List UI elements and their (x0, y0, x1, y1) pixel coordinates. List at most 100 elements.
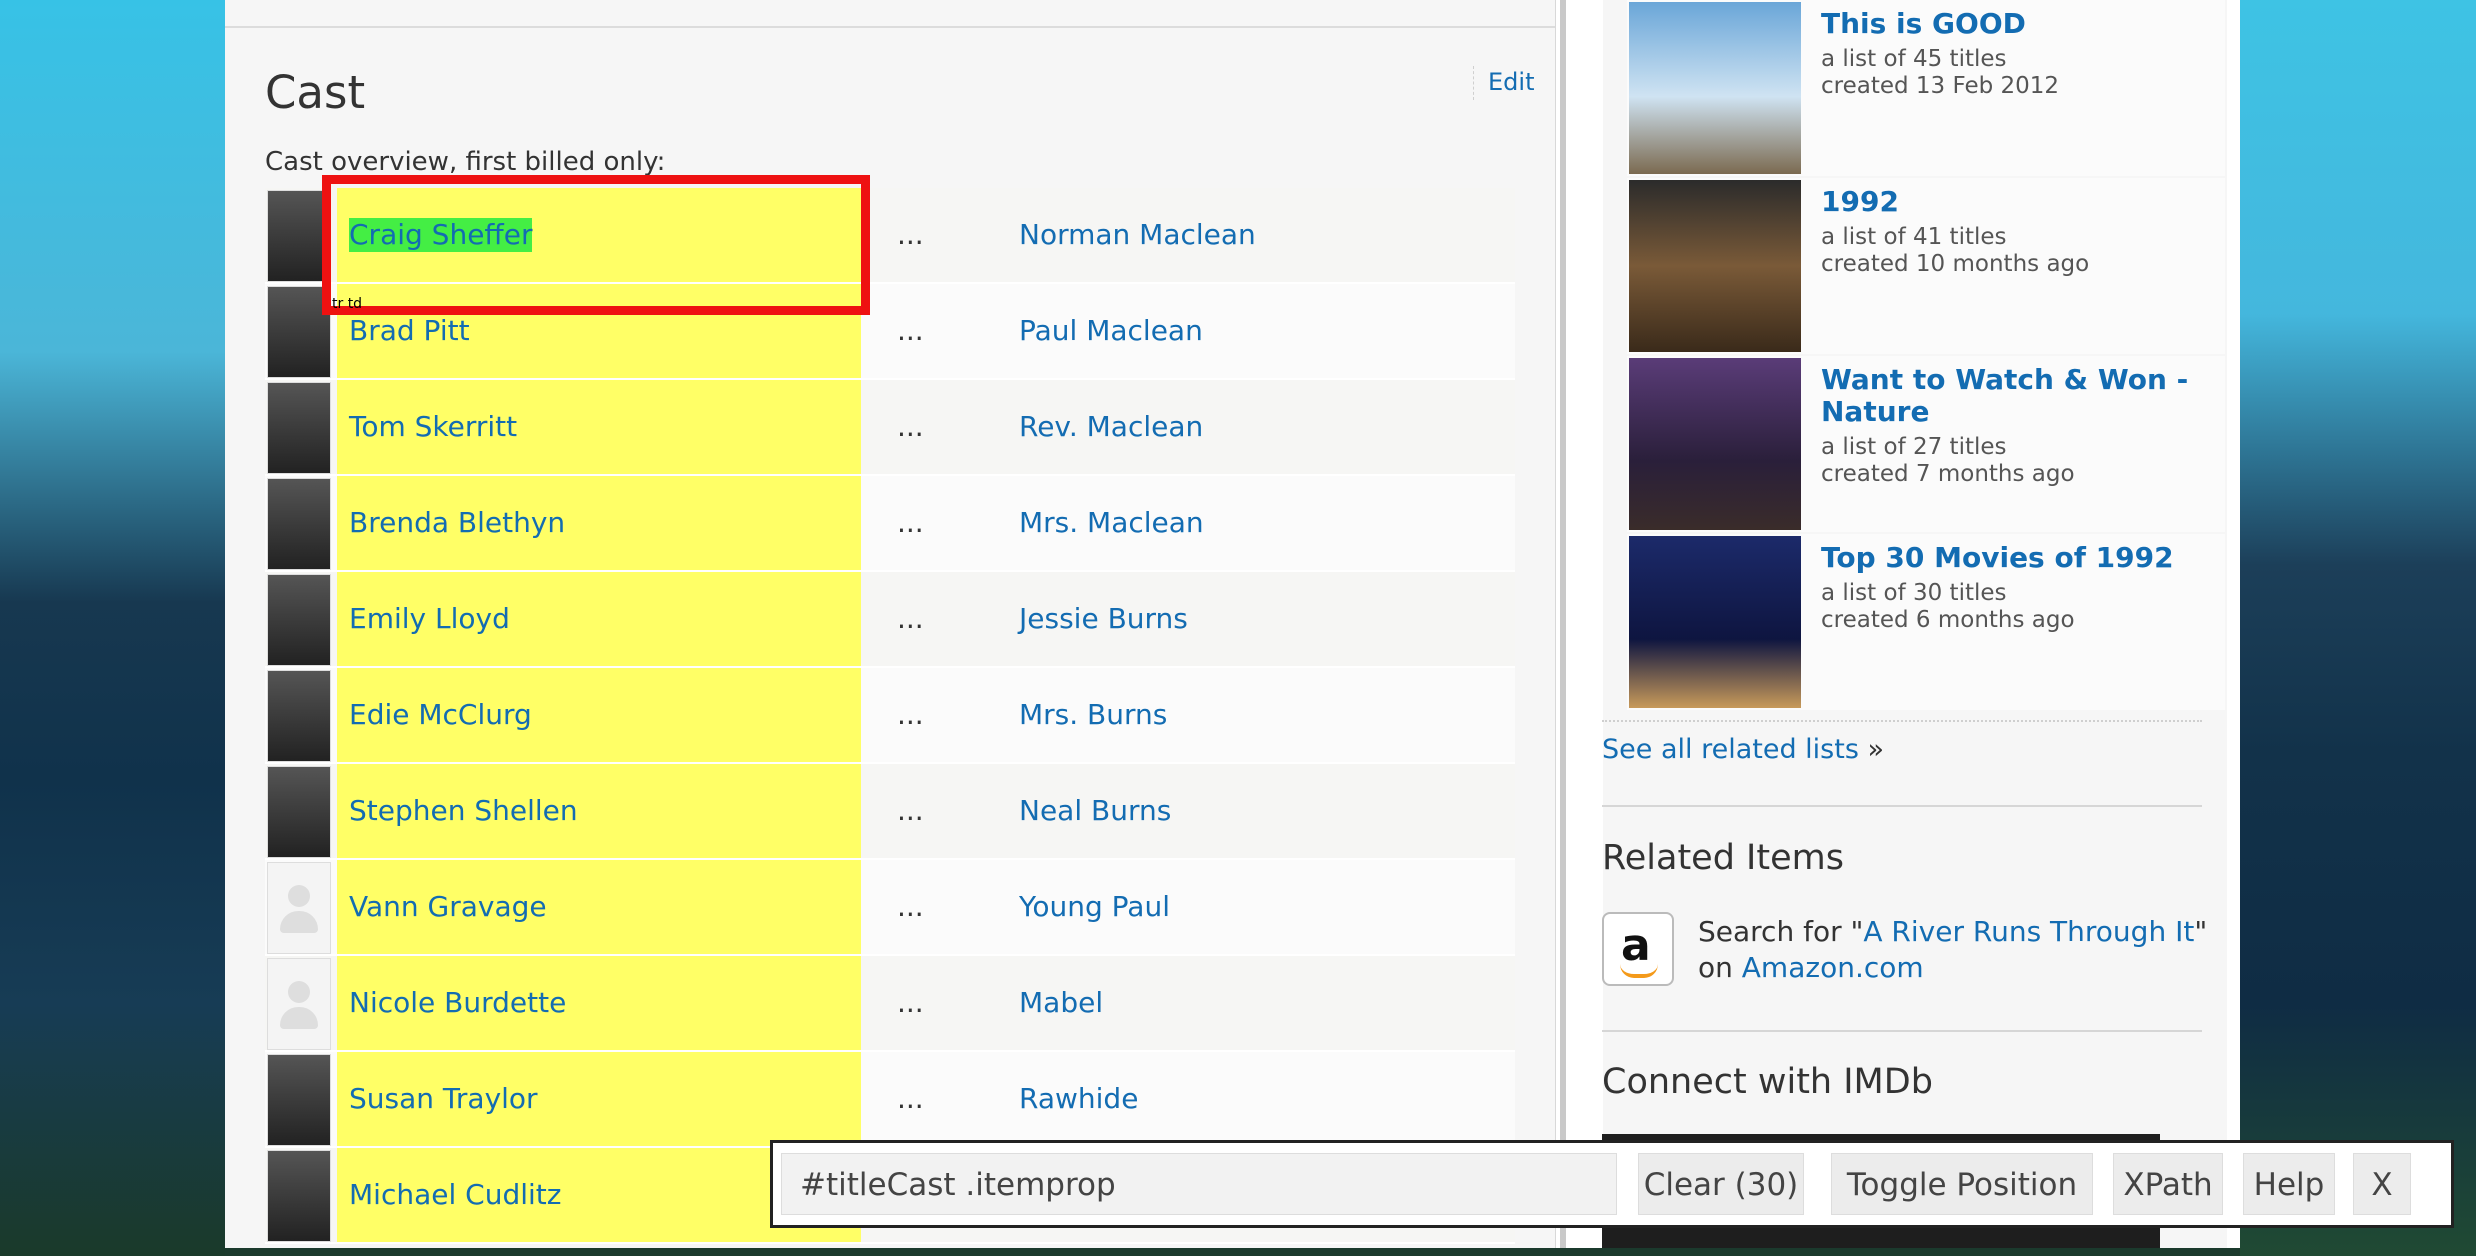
character-link[interactable]: Mrs. Burns (1019, 698, 1167, 731)
table-row: Brenda Blethyn ... Mrs. Maclean (265, 476, 1515, 572)
related-list-item[interactable]: This is GOOD a list of 45 titles created… (1627, 0, 2225, 176)
amazon-smile (1620, 964, 1658, 978)
top-divider (225, 26, 1555, 28)
ellipsis: ... (897, 314, 924, 347)
placeholder-avatar[interactable] (267, 958, 331, 1050)
dotted-divider (1602, 720, 2202, 722)
character-link[interactable]: Mabel (1019, 986, 1103, 1019)
actor-cell: Nicole Burdette (337, 956, 861, 1050)
list-title-link[interactable]: Top 30 Movies of 1992 (1821, 542, 2211, 574)
list-poster[interactable] (1629, 180, 1801, 352)
clear-button[interactable]: Clear (30) (1638, 1153, 1804, 1215)
help-button[interactable]: Help (2243, 1153, 2335, 1215)
actor-photo[interactable] (267, 1150, 331, 1242)
list-count: a list of 27 titles (1821, 434, 2007, 460)
list-count: a list of 30 titles (1821, 580, 2007, 606)
related-list-item[interactable]: Top 30 Movies of 1992 a list of 30 title… (1627, 534, 2225, 710)
character-link[interactable]: Rev. Maclean (1019, 410, 1203, 443)
column-divider (1560, 0, 1566, 1248)
table-row: Nicole Burdette ... Mabel (265, 956, 1515, 1052)
actor-link[interactable]: Susan Traylor (349, 1082, 538, 1116)
selector-input[interactable]: #titleCast .itemprop (781, 1153, 1617, 1215)
related-prefix: Search for " (1698, 915, 1864, 948)
actor-photo[interactable] (267, 670, 331, 762)
list-title-link[interactable]: Want to Watch & Won - Nature (1821, 364, 2211, 428)
ellipsis: ... (897, 794, 924, 827)
list-poster[interactable] (1629, 2, 1801, 174)
actor-link[interactable]: Vann Gravage (349, 890, 547, 924)
list-created: created 7 months ago (1821, 461, 2075, 487)
cast-subtitle: Cast overview, first billed only: (265, 147, 666, 177)
character-link[interactable]: Neal Burns (1019, 794, 1171, 827)
related-items-heading: Related Items (1602, 838, 1844, 878)
cast-heading: Cast (265, 66, 366, 119)
table-row: Stephen Shellen ... Neal Burns (265, 764, 1515, 860)
xpath-button[interactable]: XPath (2113, 1153, 2223, 1215)
table-row: Emily Lloyd ... Jessie Burns (265, 572, 1515, 668)
related-list-item[interactable]: 1992 a list of 41 titles created 10 mont… (1627, 178, 2225, 354)
list-title-link[interactable]: 1992 (1821, 186, 2211, 218)
actor-link[interactable]: Emily Lloyd (349, 602, 510, 636)
related-list-item[interactable]: Want to Watch & Won - Nature a list of 2… (1627, 356, 2225, 532)
actor-link[interactable]: Stephen Shellen (349, 794, 578, 828)
list-poster[interactable] (1629, 358, 1801, 530)
right-sidebar: This is GOOD a list of 45 titles created… (1603, 0, 2227, 1248)
list-created: created 10 months ago (1821, 251, 2090, 277)
selector-gadget-toolbar: #titleCast .itemprop Clear (30) Toggle P… (770, 1140, 2454, 1228)
related-search-text: Search for "A River Runs Through It" on … (1698, 914, 2207, 986)
actor-link[interactable]: Nicole Burdette (349, 986, 566, 1020)
connect-heading: Connect with IMDb (1602, 1062, 1933, 1102)
character-link[interactable]: Young Paul (1019, 890, 1170, 923)
actor-cell: Brenda Blethyn (337, 476, 861, 570)
close-button[interactable]: X (2353, 1153, 2411, 1215)
table-row: Tom Skerritt ... Rev. Maclean (265, 380, 1515, 476)
actor-photo[interactable] (267, 1054, 331, 1146)
list-count: a list of 45 titles (1821, 46, 2007, 72)
actor-link[interactable]: Edie McClurg (349, 698, 532, 732)
see-all-label[interactable]: See all related lists (1602, 734, 1859, 765)
actor-cell: Susan Traylor (337, 1052, 861, 1146)
ellipsis: ... (897, 410, 924, 443)
list-title-link[interactable]: This is GOOD (1821, 8, 2211, 40)
character-link[interactable]: Rawhide (1019, 1082, 1138, 1115)
list-count: a list of 41 titles (1821, 224, 2007, 250)
character-link[interactable]: Mrs. Maclean (1019, 506, 1204, 539)
actor-link[interactable]: Michael Cudlitz (349, 1178, 561, 1212)
actor-link[interactable]: Brenda Blethyn (349, 506, 565, 540)
selection-tag-label: tr td (332, 296, 363, 312)
actor-photo[interactable] (267, 574, 331, 666)
actor-cell: Edie McClurg (337, 668, 861, 762)
ellipsis: ... (897, 986, 924, 1019)
list-poster[interactable] (1629, 536, 1801, 708)
actor-link[interactable]: Tom Skerritt (349, 410, 517, 444)
movie-search-link[interactable]: A River Runs Through It (1863, 915, 2194, 948)
toggle-position-button[interactable]: Toggle Position (1831, 1153, 2093, 1215)
actor-photo[interactable] (267, 766, 331, 858)
table-row: Susan Traylor ... Rawhide (265, 1052, 1515, 1148)
actor-cell: Emily Lloyd (337, 572, 861, 666)
raquo-icon: » (1867, 734, 1885, 765)
list-created: created 6 months ago (1821, 607, 2075, 633)
amazon-icon[interactable]: a (1602, 912, 1674, 986)
placeholder-avatar[interactable] (267, 862, 331, 954)
selection-outline (322, 175, 870, 315)
actor-cell: Tom Skerritt (337, 380, 861, 474)
character-link[interactable]: Paul Maclean (1019, 314, 1203, 347)
stadium-background-left (0, 0, 225, 1256)
actor-photo[interactable] (267, 382, 331, 474)
see-all-lists-link[interactable]: See all related lists » (1602, 734, 1884, 765)
ellipsis: ... (897, 890, 924, 923)
actor-photo[interactable] (267, 478, 331, 570)
ellipsis: ... (897, 218, 924, 251)
table-row: Edie McClurg ... Mrs. Burns (265, 668, 1515, 764)
section-divider (1602, 805, 2202, 807)
edit-link[interactable]: Edit (1473, 66, 1534, 100)
ellipsis: ... (897, 506, 924, 539)
character-link[interactable]: Jessie Burns (1019, 602, 1188, 635)
actor-cell: Stephen Shellen (337, 764, 861, 858)
section-divider (1602, 1030, 2202, 1032)
actor-link[interactable]: Brad Pitt (349, 314, 470, 348)
ellipsis: ... (897, 698, 924, 731)
amazon-link[interactable]: Amazon.com (1742, 951, 1924, 984)
character-link[interactable]: Norman Maclean (1019, 218, 1256, 251)
